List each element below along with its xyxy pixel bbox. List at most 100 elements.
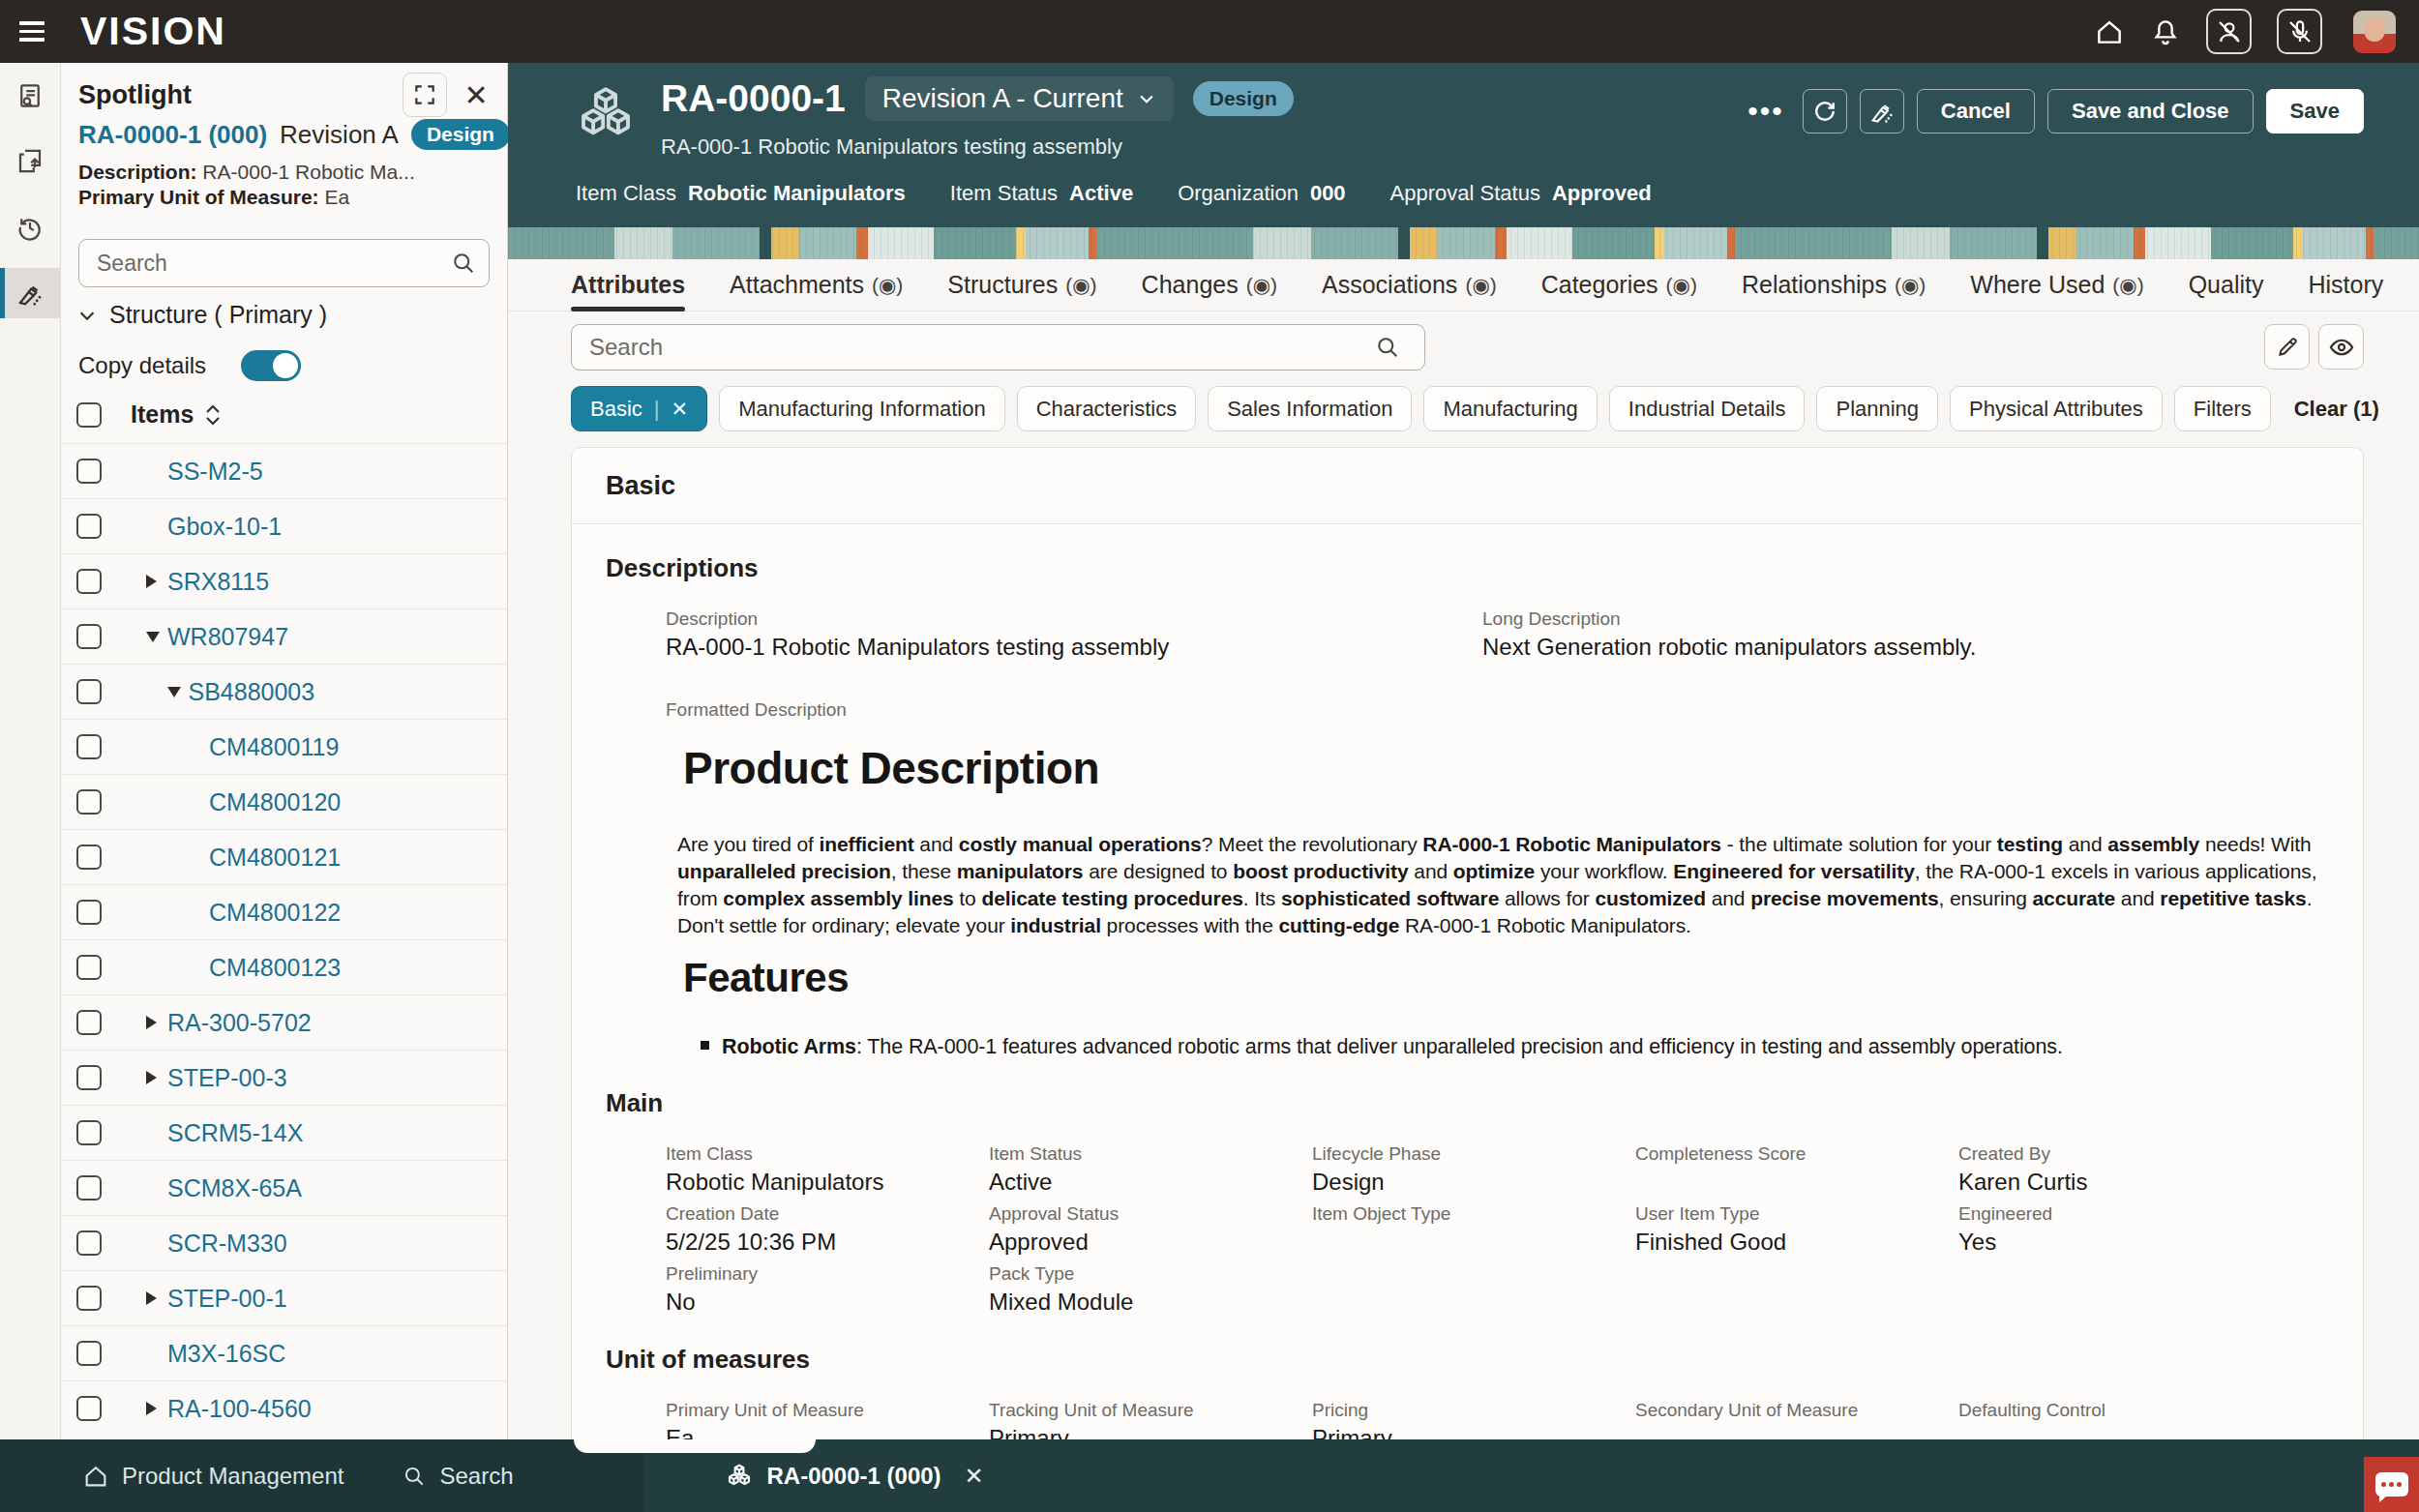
row-checkbox[interactable] — [76, 734, 102, 759]
tab-changes[interactable]: Changes(◉) — [1142, 259, 1277, 311]
filter-chip-industrial-details[interactable]: Industrial Details — [1609, 386, 1806, 431]
tree-item-link[interactable]: M3X-16SC — [167, 1340, 285, 1368]
edit-button[interactable] — [2264, 324, 2310, 370]
tree-item-link[interactable]: CM4800123 — [209, 954, 341, 982]
expand-arrow-icon[interactable] — [146, 1402, 157, 1415]
expand-arrow-icon[interactable] — [146, 1291, 157, 1305]
chat-widget-button[interactable] — [2364, 1457, 2419, 1512]
presence-toggle-button[interactable] — [2206, 9, 2252, 54]
spotlight-item-link[interactable]: RA-0000-1 (000) — [78, 120, 267, 150]
row-checkbox[interactable] — [76, 955, 102, 980]
row-checkbox[interactable] — [76, 1065, 102, 1090]
collapse-arrow-icon[interactable] — [167, 687, 181, 697]
rail-item-history[interactable] — [0, 202, 60, 252]
tab-relationships[interactable]: Relationships(◉) — [1742, 259, 1926, 311]
filter-chip-basic[interactable]: Basic|✕ — [571, 386, 707, 431]
main-heading: Main — [606, 1088, 2329, 1118]
clear-filters-button[interactable]: Clear (1) — [2294, 397, 2379, 422]
tree-item-link[interactable]: RA-100-4560 — [167, 1395, 312, 1423]
tree-item-link[interactable]: Gbox-10-1 — [167, 513, 282, 541]
refresh-button[interactable] — [1803, 89, 1847, 133]
rail-item-spotlight[interactable] — [0, 268, 60, 318]
row-checkbox[interactable] — [76, 1175, 102, 1201]
tab-quality[interactable]: Quality — [2189, 259, 2264, 311]
tab-structures[interactable]: Structures(◉) — [947, 259, 1096, 311]
sort-icon[interactable] — [203, 403, 223, 427]
rail-item-details[interactable] — [0, 71, 60, 121]
filter-chip-manufacturing-information[interactable]: Manufacturing Information — [719, 386, 1005, 431]
tree-item-link[interactable]: SCRM5-14X — [167, 1119, 303, 1147]
row-checkbox[interactable] — [76, 1396, 102, 1421]
row-checkbox[interactable] — [76, 459, 102, 484]
tab-attachments[interactable]: Attachments(◉) — [730, 259, 903, 311]
tree-item-link[interactable]: SS-M2-5 — [167, 458, 263, 486]
row-checkbox[interactable] — [76, 1120, 102, 1145]
tree-item-link[interactable]: CM4800121 — [209, 844, 341, 872]
menu-icon[interactable] — [0, 21, 63, 42]
select-all-checkbox[interactable] — [76, 402, 102, 428]
home-icon[interactable] — [2094, 16, 2125, 47]
user-avatar[interactable] — [2353, 11, 2396, 53]
row-checkbox[interactable] — [76, 1286, 102, 1311]
tree-item-link[interactable]: RA-300-5702 — [167, 1009, 312, 1037]
close-icon[interactable]: ✕ — [457, 75, 495, 114]
revision-selector[interactable]: Revision A - Current — [865, 76, 1174, 121]
close-tab-icon[interactable]: ✕ — [965, 1463, 984, 1490]
tree-row: RA-300-5702 — [62, 994, 507, 1050]
filter-chip-filters[interactable]: Filters — [2174, 386, 2271, 431]
row-checkbox[interactable] — [76, 900, 102, 925]
row-checkbox[interactable] — [76, 679, 102, 704]
tree-item-link[interactable]: SCM8X-65A — [167, 1174, 302, 1202]
tab-attributes[interactable]: Attributes — [571, 259, 685, 311]
copy-details-toggle[interactable] — [241, 350, 301, 381]
open-item-tab[interactable]: RA-0000-1 (000) ✕ — [725, 1462, 984, 1491]
tree-item-link[interactable]: CM4800122 — [209, 899, 341, 927]
bottom-nav-search[interactable]: Search — [402, 1463, 513, 1490]
tree-item-link[interactable]: SB4880003 — [189, 678, 315, 706]
row-checkbox[interactable] — [76, 514, 102, 539]
remove-filter-icon[interactable]: ✕ — [672, 398, 689, 421]
expand-arrow-icon[interactable] — [146, 1016, 157, 1029]
bottom-nav-product-management[interactable]: Product Management — [82, 1463, 343, 1490]
tab-history[interactable]: History — [2308, 259, 2383, 311]
filter-chip-planning[interactable]: Planning — [1816, 386, 1938, 431]
filter-chip-physical-attributes[interactable]: Physical Attributes — [1950, 386, 2163, 431]
more-actions-icon[interactable]: ••• — [1747, 95, 1784, 128]
save-button[interactable]: Save — [2266, 89, 2364, 133]
spotlight-search-input[interactable] — [78, 239, 490, 287]
notifications-icon[interactable] — [2150, 16, 2181, 47]
expand-icon[interactable] — [403, 73, 447, 117]
cancel-button[interactable]: Cancel — [1917, 89, 2035, 133]
tree-item-link[interactable]: SRX8115 — [167, 568, 269, 596]
save-and-close-button[interactable]: Save and Close — [2047, 89, 2254, 133]
row-checkbox[interactable] — [76, 624, 102, 649]
tree-item-link[interactable]: CM4800120 — [209, 788, 341, 816]
collapse-arrow-icon[interactable] — [146, 632, 160, 642]
tab-where-used[interactable]: Where Used(◉) — [1970, 259, 2143, 311]
items-column-header[interactable]: Items — [131, 400, 194, 429]
tree-item-link[interactable]: STEP-00-1 — [167, 1285, 287, 1313]
expand-arrow-icon[interactable] — [146, 1071, 157, 1084]
expand-arrow-icon[interactable] — [146, 575, 157, 588]
spotlight-button[interactable] — [1860, 89, 1904, 133]
rail-item-upload[interactable] — [0, 136, 60, 187]
attributes-search-input[interactable] — [571, 324, 1425, 371]
voice-toggle-button[interactable] — [2277, 9, 2322, 54]
row-checkbox[interactable] — [76, 569, 102, 594]
row-checkbox[interactable] — [76, 845, 102, 870]
row-checkbox[interactable] — [76, 789, 102, 815]
structure-section-header[interactable]: Structure ( Primary ) — [62, 287, 507, 329]
tab-associations[interactable]: Associations(◉) — [1322, 259, 1497, 311]
tree-item-link[interactable]: CM4800119 — [209, 733, 339, 761]
filter-chip-characteristics[interactable]: Characteristics — [1017, 386, 1196, 431]
tab-categories[interactable]: Categories(◉) — [1541, 259, 1697, 311]
row-checkbox[interactable] — [76, 1230, 102, 1256]
filter-chip-manufacturing[interactable]: Manufacturing — [1423, 386, 1597, 431]
filter-chip-sales-information[interactable]: Sales Information — [1208, 386, 1412, 431]
row-checkbox[interactable] — [76, 1341, 102, 1366]
view-button[interactable] — [2318, 324, 2364, 370]
tree-item-link[interactable]: SCR-M330 — [167, 1230, 287, 1258]
tree-item-link[interactable]: STEP-00-3 — [167, 1064, 287, 1092]
row-checkbox[interactable] — [76, 1010, 102, 1035]
tree-item-link[interactable]: WR807947 — [167, 623, 288, 651]
